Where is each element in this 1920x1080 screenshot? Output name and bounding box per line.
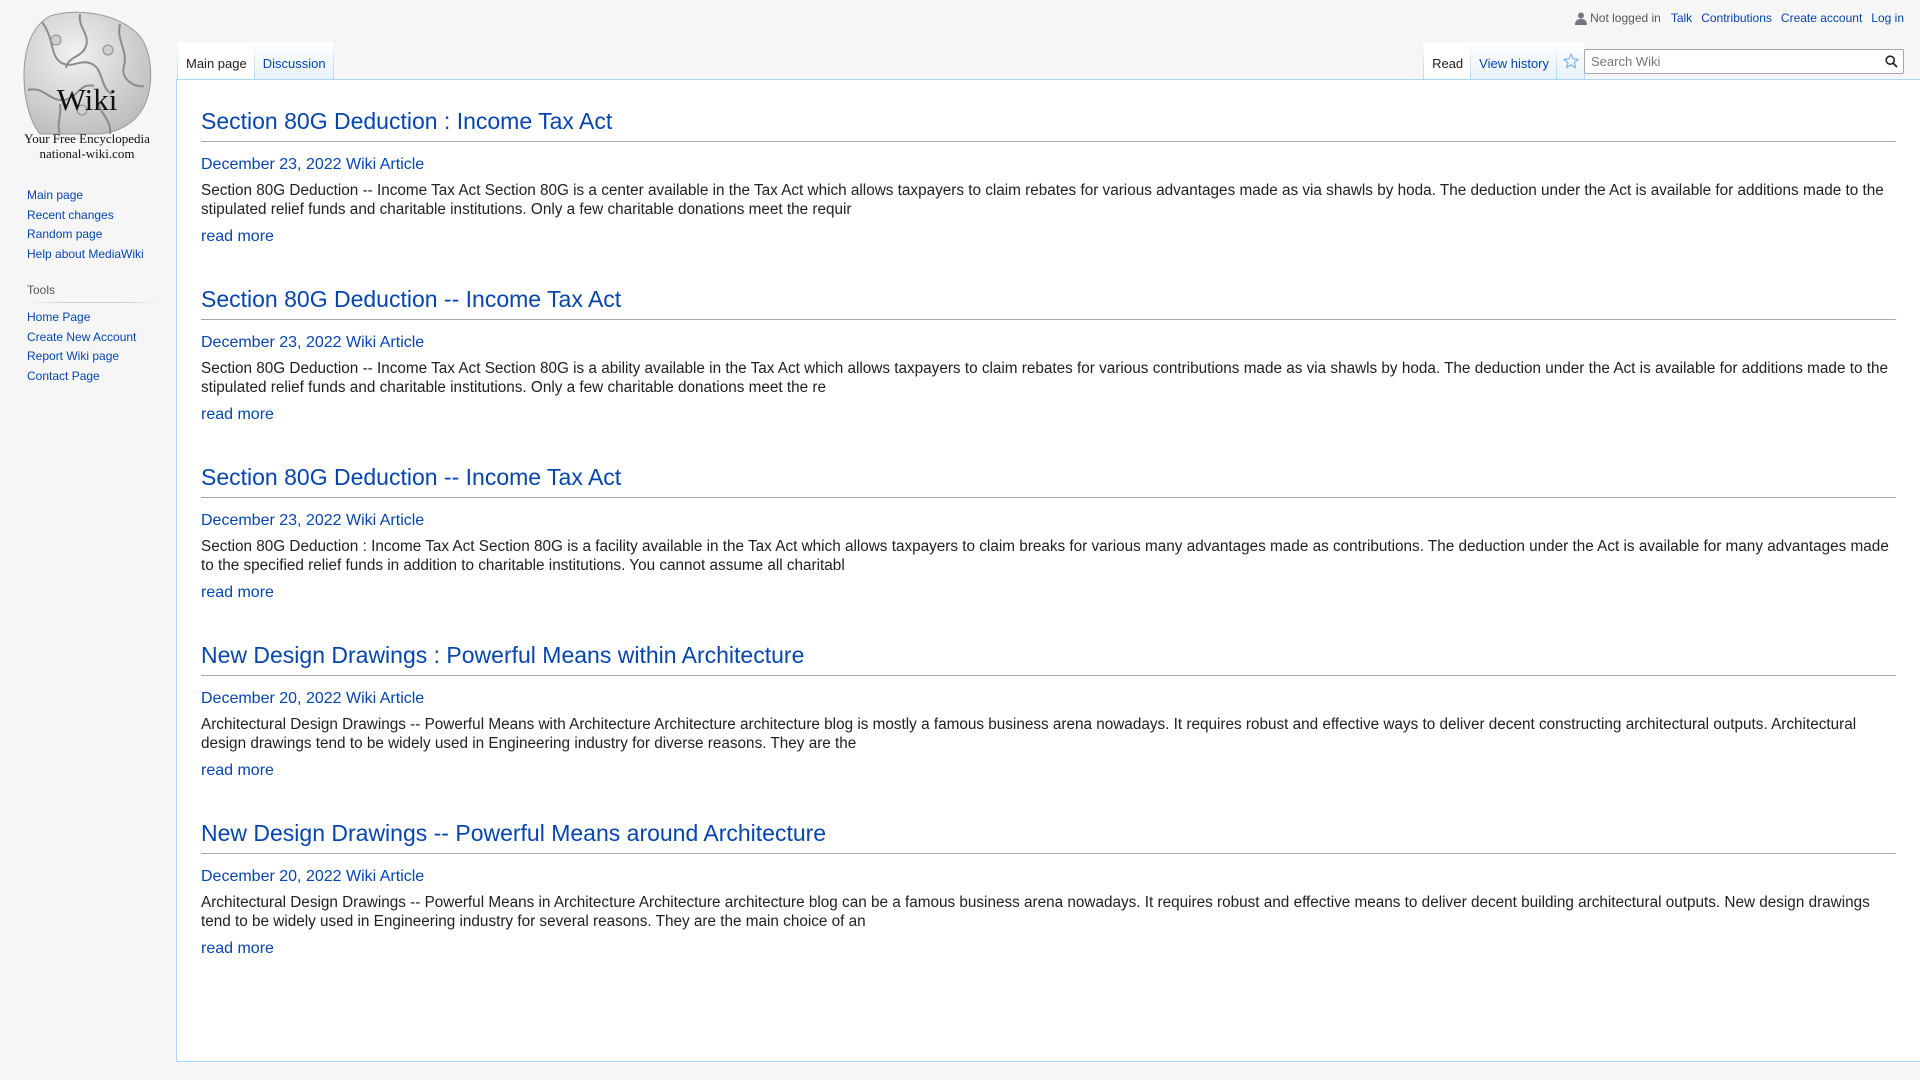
article-title-link[interactable]: Section 80G Deduction -- Income Tax Act [201,464,621,490]
article-entry: Section 80G Deduction -- Income Tax Act … [201,284,1896,425]
article-excerpt: Section 80G Deduction -- Income Tax Act … [201,182,1884,218]
tab-main-page[interactable]: Main page [177,42,255,80]
article-entry: Section 80G Deduction : Income Tax Act D… [201,106,1896,247]
search-input[interactable] [1585,50,1879,73]
article-excerpt: Section 80G Deduction : Income Tax Act S… [201,538,1889,574]
article-excerpt: Section 80G Deduction -- Income Tax Act … [201,360,1888,396]
article-meta[interactable]: December 20, 2022 Wiki Article [201,689,1896,709]
user-icon [1575,12,1588,25]
logo-tagline-text: Your Free Encyclopedia [24,131,150,146]
create-account-link[interactable]: Create account [1781,11,1862,25]
contributions-link[interactable]: Contributions [1701,11,1772,25]
article-meta[interactable]: December 23, 2022 Wiki Article [201,511,1896,531]
article-title[interactable]: New Design Drawings -- Powerful Means ar… [201,818,1896,854]
article-entry: New Design Drawings : Powerful Means wit… [201,640,1896,781]
login-status: Not logged in [1575,11,1661,25]
sidebar-item-report-page[interactable]: Report Wiki page [27,347,177,367]
personal-tools: Not logged in Talk Contributions Create … [1575,11,1904,25]
sidebar-item-random-page[interactable]: Random page [27,225,177,245]
tab-discussion[interactable]: Discussion [255,42,334,80]
sidebar-link[interactable]: Contact Page [27,369,100,383]
sidebar-item-contact-page[interactable]: Contact Page [27,367,177,387]
tab-label: Read [1432,56,1464,71]
article-title[interactable]: Section 80G Deduction -- Income Tax Act [201,462,1896,498]
article-title-link[interactable]: New Design Drawings -- Powerful Means ar… [201,820,826,846]
watch-star-button[interactable] [1557,42,1585,80]
view-tabs: Read View history [1423,42,1585,80]
article-excerpt: Architectural Design Drawings -- Powerfu… [201,894,1870,930]
site-logo[interactable]: Wiki Your Free Encyclopedia national-wik… [20,10,154,162]
read-more-link[interactable]: read more [201,583,274,603]
sidebar-link[interactable]: Help about MediaWiki [27,247,144,261]
read-more-link[interactable]: read more [201,939,274,959]
article-title-link[interactable]: Section 80G Deduction : Income Tax Act [201,108,612,134]
sidebar-link[interactable]: Recent changes [27,208,114,222]
sidebar-item-recent-changes[interactable]: Recent changes [27,206,177,226]
article-title-link[interactable]: Section 80G Deduction -- Income Tax Act [201,286,621,312]
article-title[interactable]: New Design Drawings : Powerful Means wit… [201,640,1896,676]
tab-label: Main page [186,56,247,71]
article-meta[interactable]: December 23, 2022 Wiki Article [201,333,1896,353]
sidebar-link[interactable]: Random page [27,227,102,241]
sidebar-item-create-account[interactable]: Create New Account [27,328,177,348]
main-content: Section 80G Deduction : Income Tax Act D… [176,79,1920,1062]
login-link[interactable]: Log in [1871,11,1904,25]
search-icon [1884,55,1898,68]
search-box [1584,49,1904,74]
star-icon [1563,53,1579,69]
namespace-tabs: Main page Discussion [177,42,334,80]
tools-heading: Tools [27,283,157,303]
article-excerpt: Architectural Design Drawings -- Powerfu… [201,716,1857,752]
search-button[interactable] [1879,51,1903,73]
article-title[interactable]: Section 80G Deduction : Income Tax Act [201,106,1896,142]
sidebar-link[interactable]: Create New Account [27,330,136,344]
article-meta[interactable]: December 23, 2022 Wiki Article [201,155,1896,175]
article-meta[interactable]: December 20, 2022 Wiki Article [201,867,1896,887]
article-entry: Section 80G Deduction -- Income Tax Act … [201,462,1896,603]
tab-label[interactable]: Discussion [263,56,326,71]
sidebar-link[interactable]: Home Page [27,310,90,324]
article-entry: New Design Drawings -- Powerful Means ar… [201,818,1896,959]
sidebar-item-help[interactable]: Help about MediaWiki [27,245,177,265]
sidebar-nav: Main page Recent changes Random page Hel… [27,186,177,264]
logo-tagline: Your Free Encyclopedia national-wiki.com [20,131,154,161]
article-title[interactable]: Section 80G Deduction -- Income Tax Act [201,284,1896,320]
read-more-link[interactable]: read more [201,405,274,425]
sidebar-item-main-page[interactable]: Main page [27,186,177,206]
login-status-text: Not logged in [1590,11,1661,25]
talk-link[interactable]: Talk [1671,11,1692,25]
tab-label[interactable]: View history [1479,56,1549,71]
sidebar-tools: Home Page Create New Account Report Wiki… [27,308,177,386]
tab-view-history[interactable]: View history [1471,42,1557,80]
logo-domain: national-wiki.com [39,146,135,161]
sidebar-link[interactable]: Main page [27,188,83,202]
tab-read[interactable]: Read [1423,42,1472,80]
sidebar: Main page Recent changes Random page Hel… [27,186,177,386]
logo-wordmark: Wiki [56,82,118,117]
sidebar-item-home-page[interactable]: Home Page [27,308,177,328]
read-more-link[interactable]: read more [201,227,274,247]
article-title-link[interactable]: New Design Drawings : Powerful Means wit… [201,642,804,668]
read-more-link[interactable]: read more [201,761,274,781]
sidebar-link[interactable]: Report Wiki page [27,349,119,363]
